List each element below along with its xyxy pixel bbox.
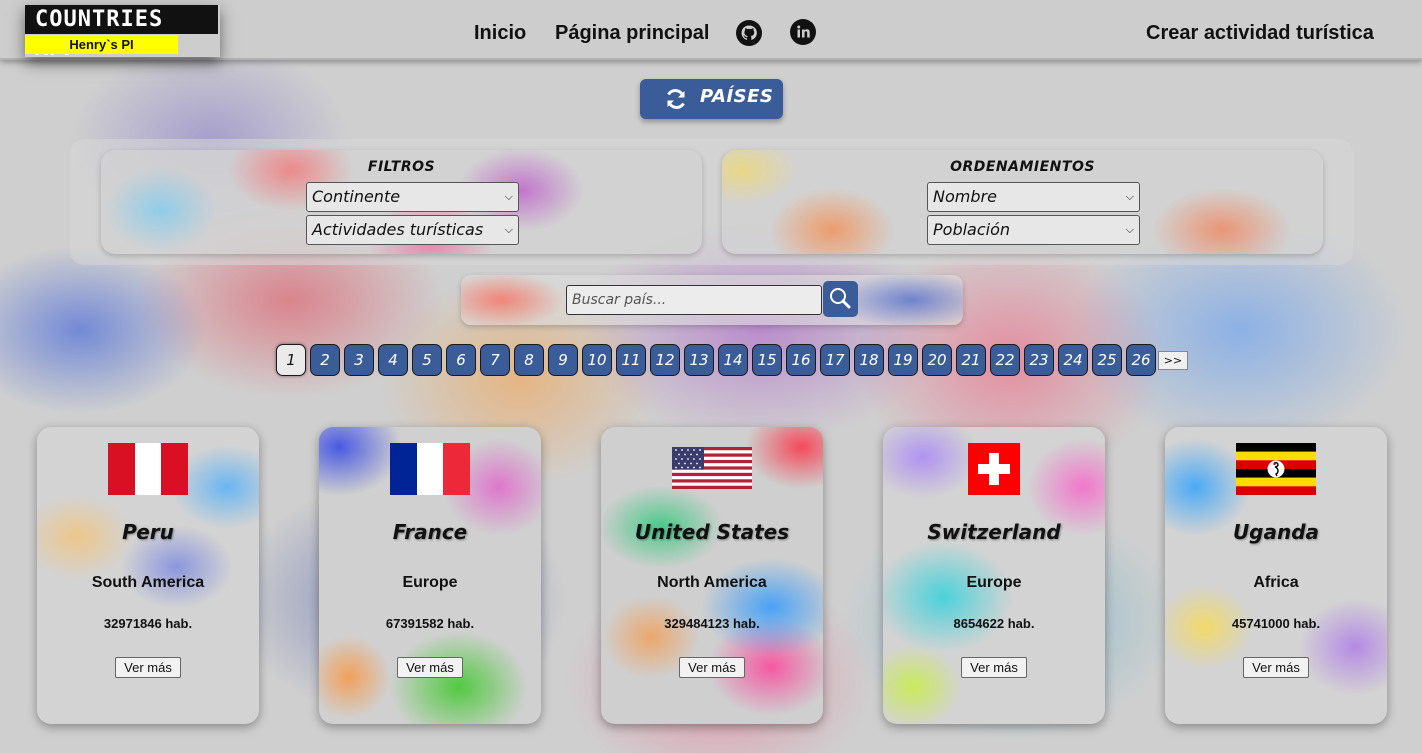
country-card-peru: Peru South America 32971846 hab. Ver más xyxy=(37,427,259,724)
page-button-5[interactable]: 5 xyxy=(412,344,442,376)
country-card-switzerland: Switzerland Europe 8654622 hab. Ver más xyxy=(883,427,1105,724)
country-population: 329484123 hab. xyxy=(664,616,760,631)
page-button-3[interactable]: 3 xyxy=(344,344,374,376)
activity-select-value: Actividades turísticas xyxy=(312,220,484,239)
github-icon[interactable] xyxy=(736,20,762,46)
uganda-flag-icon xyxy=(1236,443,1316,495)
page-button-12[interactable]: 12 xyxy=(650,344,680,376)
country-continent: North America xyxy=(657,574,767,591)
sorting-title: ORDENAMIENTOS xyxy=(950,159,1095,175)
activity-select[interactable]: Actividades turísticas ⌵ xyxy=(306,215,519,245)
page-button-8[interactable]: 8 xyxy=(514,344,544,376)
country-name: United States xyxy=(634,520,790,544)
filters-panel: FILTROS Continente ⌵ Actividades turísti… xyxy=(101,150,702,254)
countries-button-label: PAÍSES xyxy=(700,86,774,107)
refresh-icon xyxy=(663,87,689,115)
chevron-down-icon: ⌵ xyxy=(504,223,513,236)
france-flag-icon xyxy=(390,443,470,495)
app-logo[interactable]: COUNTRIES APP Henry`s PI xyxy=(25,5,220,61)
search-button[interactable] xyxy=(823,281,858,317)
page-button-24[interactable]: 24 xyxy=(1058,344,1088,376)
page-button-4[interactable]: 4 xyxy=(378,344,408,376)
search-icon xyxy=(830,288,851,309)
logo-subtitle: Henry`s PI xyxy=(25,35,178,54)
country-continent: South America xyxy=(91,574,205,591)
country-population: 67391582 hab. xyxy=(385,616,475,631)
country-population: 45741000 hab. xyxy=(1231,616,1321,631)
page-button-1[interactable]: 1 xyxy=(276,344,306,376)
page-button-16[interactable]: 16 xyxy=(786,344,816,376)
page-button-23[interactable]: 23 xyxy=(1024,344,1054,376)
usa-flag-icon xyxy=(672,447,752,489)
page-button-10[interactable]: 10 xyxy=(582,344,612,376)
page-button-6[interactable]: 6 xyxy=(446,344,476,376)
chevron-down-icon: ⌵ xyxy=(504,190,513,203)
page-button-7[interactable]: 7 xyxy=(480,344,510,376)
nav-link-create-activity[interactable]: Crear actividad turística xyxy=(1146,22,1374,45)
view-more-button[interactable]: Ver más xyxy=(115,657,181,678)
next-page-button[interactable]: >> xyxy=(1158,351,1188,370)
country-name: France xyxy=(392,520,468,544)
country-continent: Europe xyxy=(966,574,1022,591)
filters-container: FILTROS Continente ⌵ Actividades turísti… xyxy=(70,139,1353,265)
nav-link-home[interactable]: Inicio xyxy=(474,22,526,45)
country-name: Switzerland xyxy=(927,520,1061,544)
sorting-panel: ORDENAMIENTOS Nombre ⌵ Población ⌵ xyxy=(722,150,1323,254)
logo-title: COUNTRIES APP xyxy=(25,5,218,61)
view-more-button[interactable]: Ver más xyxy=(1243,657,1309,678)
linkedin-icon[interactable] xyxy=(790,19,816,45)
country-card-uganda: Uganda Africa 45741000 hab. Ver más xyxy=(1165,427,1387,724)
chevron-down-icon: ⌵ xyxy=(1125,223,1134,236)
page-button-9[interactable]: 9 xyxy=(548,344,578,376)
continent-select-value: Continente xyxy=(312,187,401,206)
page-button-25[interactable]: 25 xyxy=(1092,344,1122,376)
page-button-15[interactable]: 15 xyxy=(752,344,782,376)
page-button-17[interactable]: 17 xyxy=(820,344,850,376)
country-population: 8654622 hab. xyxy=(953,616,1035,631)
page-button-11[interactable]: 11 xyxy=(616,344,646,376)
countries-refresh-button[interactable]: PAÍSES xyxy=(640,79,783,119)
pagination: 1 2 3 4 5 6 7 8 9 10 11 12 13 14 15 16 1… xyxy=(0,344,1422,378)
view-more-button[interactable]: Ver más xyxy=(679,657,745,678)
country-name: Uganda xyxy=(1232,520,1320,544)
page-button-19[interactable]: 19 xyxy=(888,344,918,376)
chevron-down-icon: ⌵ xyxy=(1125,190,1134,203)
country-continent: Europe xyxy=(402,574,458,591)
page-button-26[interactable]: 26 xyxy=(1126,344,1156,376)
page-button-22[interactable]: 22 xyxy=(990,344,1020,376)
navbar: COUNTRIES APP Henry`s PI Inicio Página p… xyxy=(0,0,1422,61)
search-bar: Buscar país... xyxy=(461,275,963,325)
switzerland-flag-icon xyxy=(968,443,1020,495)
filters-title: FILTROS xyxy=(367,159,436,175)
country-card-united-states: United States North America 329484123 ha… xyxy=(601,427,823,724)
page-button-18[interactable]: 18 xyxy=(854,344,884,376)
view-more-button[interactable]: Ver más xyxy=(397,657,463,678)
population-sort-value: Población xyxy=(933,220,1011,239)
population-sort-select[interactable]: Población ⌵ xyxy=(927,215,1140,245)
country-card-france: France Europe 67391582 hab. Ver más xyxy=(319,427,541,724)
country-population: 32971846 hab. xyxy=(103,616,193,631)
page-button-13[interactable]: 13 xyxy=(684,344,714,376)
page-button-21[interactable]: 21 xyxy=(956,344,986,376)
name-sort-value: Nombre xyxy=(933,187,997,206)
name-sort-select[interactable]: Nombre ⌵ xyxy=(927,182,1140,212)
search-input[interactable]: Buscar país... xyxy=(566,285,822,315)
page-button-20[interactable]: 20 xyxy=(922,344,952,376)
country-continent: Africa xyxy=(1253,574,1299,591)
country-name: Peru xyxy=(122,520,174,544)
page-button-2[interactable]: 2 xyxy=(310,344,340,376)
nav-link-main-page[interactable]: Página principal xyxy=(555,22,709,45)
continent-select[interactable]: Continente ⌵ xyxy=(306,182,519,212)
page-button-14[interactable]: 14 xyxy=(718,344,748,376)
view-more-button[interactable]: Ver más xyxy=(961,657,1027,678)
peru-flag-icon xyxy=(108,443,188,495)
